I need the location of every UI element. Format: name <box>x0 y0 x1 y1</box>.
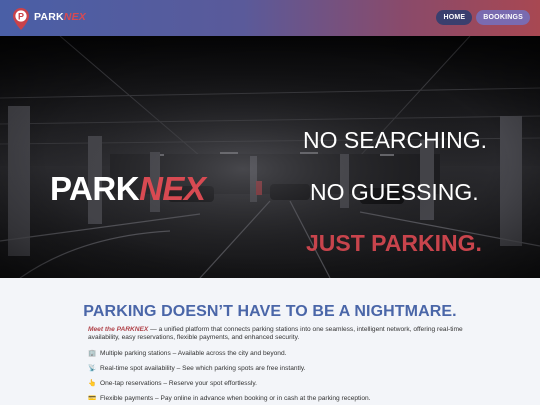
hero-tagline-2: NO GUESSING. <box>310 179 479 205</box>
hero-tagline-1: NO SEARCHING. <box>303 127 488 153</box>
feature-item: 🏢 Multiple parking stations – Available a… <box>88 349 286 357</box>
feature-text: One-tap reservations – Reserve your spot… <box>100 380 257 387</box>
feature-item: 👆 One-tap reservations – Reserve your spo… <box>88 379 257 387</box>
brand-name-part2: NEX <box>63 11 86 23</box>
parking-pin-logo-icon[interactable]: P <box>12 7 30 31</box>
nav-bookings-button[interactable]: BOOKINGS <box>476 10 530 25</box>
intro-section: PARKING DOESN’T HAVE TO BE A NIGHTMARE. … <box>0 278 540 405</box>
brand-name-part1: PARK <box>34 11 64 23</box>
feature-text: Flexible payments – Pay online in advanc… <box>100 395 371 402</box>
building-icon: 🏢 <box>88 350 97 357</box>
intro-lead-emphasis: Meet the PARKNEX <box>88 326 149 333</box>
top-nav-bar: P PARKNEX HOME BOOKINGS <box>0 0 540 36</box>
hero-brand-logotype: PARKNEX <box>50 170 206 207</box>
brand-name[interactable]: PARKNEX <box>34 11 86 23</box>
svg-text:P: P <box>18 11 24 21</box>
intro-headline: PARKING DOESN’T HAVE TO BE A NIGHTMARE. <box>83 303 457 320</box>
credit-card-icon: 💳 <box>88 395 97 402</box>
pointing-hand-icon: 👆 <box>88 380 97 387</box>
feature-item: 📡 Real-time spot availability – See which… <box>88 364 305 372</box>
hero-brand-part2: NEX <box>139 170 206 207</box>
feature-text: Real-time spot availability – See which … <box>100 365 306 372</box>
hero-brand-part1: PARK <box>50 170 140 207</box>
nav-home-button[interactable]: HOME <box>436 10 473 25</box>
feature-item: 💳 Flexible payments – Pay online in advan… <box>88 394 371 402</box>
hero-section: PARKNEX NO SEARCHING. NO GUESSING. JUST … <box>0 36 540 278</box>
satellite-icon: 📡 <box>88 365 97 372</box>
hero-tagline-3: JUST PARKING. <box>306 230 482 256</box>
intro-paragraph: Meet the PARKNEX — a unified platform th… <box>88 326 468 343</box>
feature-text: Multiple parking stations – Available ac… <box>100 350 287 357</box>
main-nav: HOME BOOKINGS <box>436 10 530 25</box>
